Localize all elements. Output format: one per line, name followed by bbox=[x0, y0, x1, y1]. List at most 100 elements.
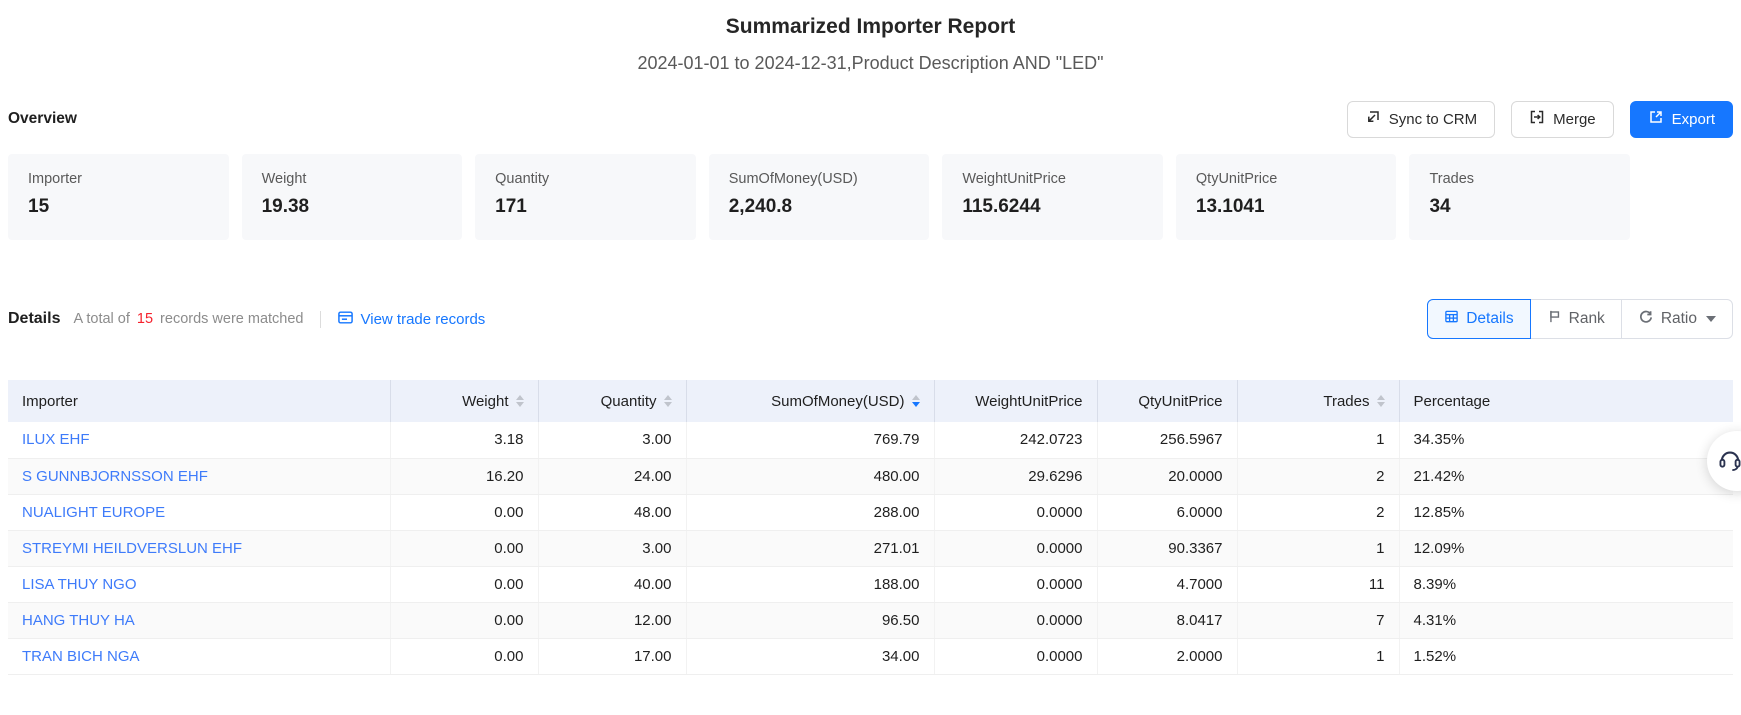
arrow-into-box-icon bbox=[1365, 109, 1381, 129]
value-cell: 242.0723 bbox=[934, 422, 1097, 458]
importer-link[interactable]: S GUNNBJORNSSON EHF bbox=[22, 468, 208, 485]
details-bar: Details A total of 15 records were match… bbox=[8, 298, 1733, 340]
column-header-trades[interactable]: Trades bbox=[1237, 380, 1399, 422]
stat-card-label: Importer bbox=[28, 171, 209, 187]
stat-card-weight: Weight 19.38 bbox=[242, 154, 463, 240]
stat-card-weightunitprice: WeightUnitPrice 115.6244 bbox=[942, 154, 1163, 240]
importer-cell: TRAN BICH NGA bbox=[8, 638, 390, 674]
tab-rank-label: Rank bbox=[1569, 310, 1605, 328]
tab-rank[interactable]: Rank bbox=[1530, 299, 1622, 339]
value-cell: 7 bbox=[1237, 602, 1399, 638]
column-label: Weight bbox=[462, 393, 508, 410]
value-cell: 17.00 bbox=[538, 638, 686, 674]
merge-icon bbox=[1529, 109, 1545, 129]
sync-to-crm-label: Sync to CRM bbox=[1389, 111, 1477, 128]
trade-records-card-icon bbox=[337, 309, 354, 330]
table-row: ILUX EHF3.183.00769.79242.0723256.596713… bbox=[8, 422, 1733, 458]
importer-cell: LISA THUY NGO bbox=[8, 566, 390, 602]
stat-card-qtyunitprice: QtyUnitPrice 13.1041 bbox=[1176, 154, 1397, 240]
sort-carets-icon[interactable] bbox=[664, 395, 672, 407]
column-header-quantity[interactable]: Quantity bbox=[538, 380, 686, 422]
tab-ratio-label: Ratio bbox=[1661, 310, 1697, 328]
value-cell: 40.00 bbox=[538, 566, 686, 602]
caret-down-icon bbox=[1706, 316, 1716, 322]
value-cell: 2.0000 bbox=[1097, 638, 1237, 674]
circular-refresh-icon bbox=[1638, 309, 1654, 330]
merge-button[interactable]: Merge bbox=[1511, 101, 1614, 138]
column-header-percentage: Percentage bbox=[1399, 380, 1733, 422]
value-cell: 34.00 bbox=[686, 638, 934, 674]
column-header-sumofmoney-usd[interactable]: SumOfMoney(USD) bbox=[686, 380, 934, 422]
sort-asc-icon[interactable] bbox=[516, 395, 524, 400]
table-row: STREYMI HEILDVERSLUN EHF0.003.00271.010.… bbox=[8, 530, 1733, 566]
value-cell: 2 bbox=[1237, 458, 1399, 494]
value-cell: 20.0000 bbox=[1097, 458, 1237, 494]
stat-card-value: 34 bbox=[1429, 196, 1610, 218]
importer-cell: STREYMI HEILDVERSLUN EHF bbox=[8, 530, 390, 566]
sort-asc-icon[interactable] bbox=[912, 395, 920, 400]
importer-link[interactable]: TRAN BICH NGA bbox=[22, 648, 140, 665]
value-cell: 8.0417 bbox=[1097, 602, 1237, 638]
details-left: Details A total of 15 records were match… bbox=[8, 309, 485, 330]
sort-asc-icon[interactable] bbox=[1377, 395, 1385, 400]
stat-card-value: 19.38 bbox=[262, 196, 443, 218]
column-label: Quantity bbox=[601, 393, 657, 410]
importer-cell: HANG THUY HA bbox=[8, 602, 390, 638]
importer-cell: NUALIGHT EUROPE bbox=[8, 494, 390, 530]
value-cell: 0.00 bbox=[390, 602, 538, 638]
view-trade-records-label: View trade records bbox=[361, 311, 486, 328]
merge-label: Merge bbox=[1553, 111, 1596, 128]
view-trade-records-link[interactable]: View trade records bbox=[337, 309, 486, 330]
importer-link[interactable]: ILUX EHF bbox=[22, 431, 90, 448]
sort-desc-icon[interactable] bbox=[664, 402, 672, 407]
sort-carets-icon[interactable] bbox=[1377, 395, 1385, 407]
value-cell: 1 bbox=[1237, 530, 1399, 566]
table-row: NUALIGHT EUROPE0.0048.00288.000.00006.00… bbox=[8, 494, 1733, 530]
importer-link[interactable]: STREYMI HEILDVERSLUN EHF bbox=[22, 540, 242, 557]
export-icon bbox=[1648, 109, 1664, 129]
sort-carets-icon[interactable] bbox=[912, 395, 920, 407]
value-cell: 6.0000 bbox=[1097, 494, 1237, 530]
headset-icon bbox=[1707, 445, 1741, 478]
value-cell: 21.42% bbox=[1399, 458, 1733, 494]
stat-card-label: Weight bbox=[262, 171, 443, 187]
value-cell: 0.00 bbox=[390, 638, 538, 674]
importer-cell: S GUNNBJORNSSON EHF bbox=[8, 458, 390, 494]
value-cell: 2 bbox=[1237, 494, 1399, 530]
matched-suffix: records were matched bbox=[160, 311, 303, 327]
column-label: Trades bbox=[1323, 393, 1369, 410]
sort-desc-icon[interactable] bbox=[1377, 402, 1385, 407]
sync-to-crm-button[interactable]: Sync to CRM bbox=[1347, 101, 1495, 138]
value-cell: 769.79 bbox=[686, 422, 934, 458]
column-label: Importer bbox=[22, 393, 78, 410]
export-button[interactable]: Export bbox=[1630, 101, 1733, 138]
value-cell: 0.00 bbox=[390, 566, 538, 602]
value-cell: 0.0000 bbox=[934, 494, 1097, 530]
importer-link[interactable]: NUALIGHT EUROPE bbox=[22, 504, 165, 521]
stat-cards: Importer 15 Weight 19.38 Quantity 171 Su… bbox=[8, 154, 1630, 240]
overview-bar: Overview Sync to CRM Merge Export bbox=[8, 100, 1733, 138]
value-cell: 271.01 bbox=[686, 530, 934, 566]
table-grid-icon bbox=[1444, 309, 1459, 329]
value-cell: 12.85% bbox=[1399, 494, 1733, 530]
sort-asc-icon[interactable] bbox=[664, 395, 672, 400]
sort-carets-icon[interactable] bbox=[516, 395, 524, 407]
tab-details[interactable]: Details bbox=[1427, 299, 1530, 339]
sort-desc-icon[interactable] bbox=[516, 402, 524, 407]
importer-link[interactable]: LISA THUY NGO bbox=[22, 576, 137, 593]
view-switcher: Details Rank Ratio bbox=[1427, 299, 1733, 339]
sort-desc-icon[interactable] bbox=[912, 402, 920, 407]
value-cell: 288.00 bbox=[686, 494, 934, 530]
column-label: QtyUnitPrice bbox=[1138, 393, 1222, 410]
importer-link[interactable]: HANG THUY HA bbox=[22, 612, 135, 629]
value-cell: 4.31% bbox=[1399, 602, 1733, 638]
column-header-weight[interactable]: Weight bbox=[390, 380, 538, 422]
importer-cell: ILUX EHF bbox=[8, 422, 390, 458]
table-head: ImporterWeightQuantitySumOfMoney(USD)Wei… bbox=[8, 380, 1733, 422]
value-cell: 1.52% bbox=[1399, 638, 1733, 674]
tab-ratio[interactable]: Ratio bbox=[1621, 299, 1733, 339]
importers-table: ImporterWeightQuantitySumOfMoney(USD)Wei… bbox=[8, 380, 1733, 675]
stat-card-sumofmoney: SumOfMoney(USD) 2,240.8 bbox=[709, 154, 930, 240]
value-cell: 0.0000 bbox=[934, 530, 1097, 566]
page-title: Summarized Importer Report bbox=[8, 0, 1733, 39]
